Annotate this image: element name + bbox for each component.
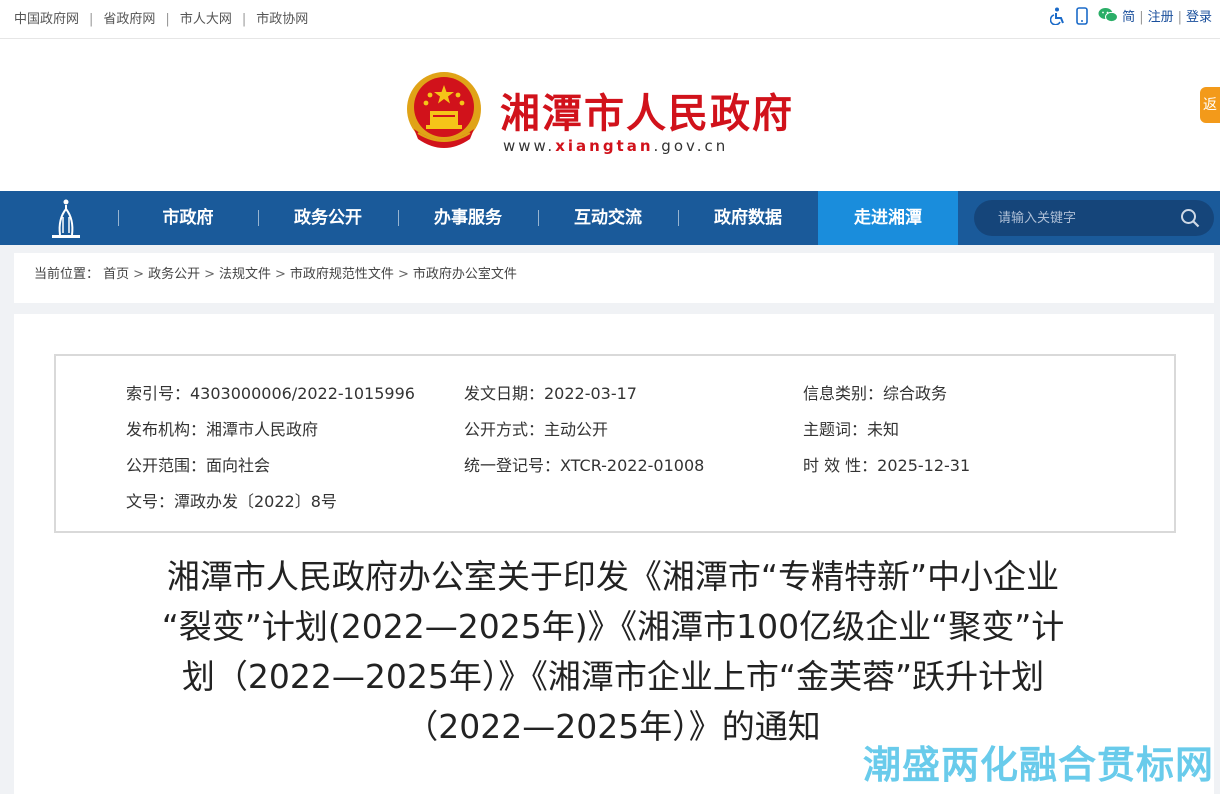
link-city-npc[interactable]: 市人大网: [180, 12, 232, 27]
search-input[interactable]: [996, 209, 1170, 227]
separator: |: [1177, 10, 1182, 25]
breadcrumb-office-docs[interactable]: 市政府办公室文件: [413, 267, 517, 282]
meta-disclosure-mode: 公开方式：主动公开: [464, 420, 609, 439]
breadcrumb-separator: >: [133, 267, 145, 282]
simplified-chinese-link[interactable]: 简: [1122, 10, 1135, 25]
nav-items: 市政府 政务公开 办事服务 互动交流 政府数据 走进湘潭: [118, 191, 958, 245]
link-city-cppcc[interactable]: 市政协网: [256, 12, 308, 27]
breadcrumb-home[interactable]: 首页: [103, 267, 129, 282]
nav-item-city-gov[interactable]: 市政府: [118, 191, 258, 245]
nav-item-about-xiangtan[interactable]: 走进湘潭: [818, 191, 958, 245]
meta-info-category: 信息类别：综合政务: [803, 384, 948, 403]
wechat-icon[interactable]: [1098, 7, 1119, 25]
meta-doc-no: 文号：潭政办发〔2022〕8号: [126, 492, 337, 511]
breadcrumb-separator: >: [204, 267, 215, 282]
separator: |: [165, 12, 170, 27]
site-url: www.xiangtan.gov.cn: [503, 137, 728, 155]
register-link[interactable]: 注册: [1148, 10, 1174, 25]
meta-keywords: 主题词：未知: [803, 420, 900, 439]
document-title-line: 划（2022—2025年）》《湘潭市企业上市“金芙蓉”跃升计划: [181, 657, 1045, 696]
breadcrumb-label: 当前位置：: [34, 267, 100, 282]
breadcrumb-normative-docs[interactable]: 市政府规范性文件: [290, 267, 394, 282]
breadcrumb-gov-affairs[interactable]: 政务公开: [148, 267, 200, 282]
nav-item-services[interactable]: 办事服务: [398, 191, 538, 245]
search-icon[interactable]: [1180, 208, 1200, 228]
document-meta-table: 索引号：4303000006/2022-1015996 发文日期：2022-03…: [54, 354, 1176, 533]
main-nav: 市政府 政务公开 办事服务 互动交流 政府数据 走进湘潭: [0, 191, 1220, 245]
top-bar: 中国政府网 | 省政府网 | 市人大网 | 市政协网 简 | 注册 | 登录: [0, 0, 1220, 39]
separator: |: [89, 12, 94, 27]
national-emblem-icon: [407, 72, 481, 148]
breadcrumb-regulations[interactable]: 法规文件: [219, 267, 271, 282]
nav-item-interaction[interactable]: 互动交流: [538, 191, 678, 245]
document-title-line: 湘潭市人民政府办公室关于印发《湘潭市“专精特新”中小企业: [166, 557, 1060, 596]
link-provincial-gov[interactable]: 省政府网: [103, 12, 155, 27]
city-landmark-icon[interactable]: [48, 195, 84, 241]
url-suffix: .gov.cn: [653, 137, 729, 155]
wheelchair-icon[interactable]: [1049, 7, 1066, 26]
breadcrumb: 当前位置： 首页 > 政务公开 > 法规文件 > 市政府规范性文件 > 市政府办公室文件: [14, 253, 1214, 303]
breadcrumb-separator: >: [275, 267, 286, 282]
meta-publisher: 发布机构：湘潭市人民政府: [126, 420, 319, 439]
nav-item-gov-affairs[interactable]: 政务公开: [258, 191, 398, 245]
document-title-line: “裂变”计划(2022—2025年)》《湘潭市100亿级企业“聚变”计: [161, 607, 1065, 646]
login-link[interactable]: 登录: [1186, 10, 1212, 25]
document-title: 湘潭市人民政府办公室关于印发《湘潭市“专精特新”中小企业 “裂变”计划(2022…: [54, 552, 1172, 752]
side-return-tab[interactable]: 返: [1200, 87, 1220, 123]
site-header: 湘潭市人民政府 www.xiangtan.gov.cn 返: [0, 39, 1220, 191]
top-links: 中国政府网 | 省政府网 | 市人大网 | 市政协网: [14, 8, 308, 27]
top-right-tools: 简 | 注册 | 登录: [1049, 6, 1212, 26]
meta-index-no: 索引号：4303000006/2022-1015996: [126, 384, 415, 403]
url-highlight: xiangtan: [555, 137, 654, 155]
separator: |: [241, 12, 247, 27]
account-links: 简 | 注册 | 登录: [1122, 6, 1212, 25]
search-box: [974, 200, 1214, 236]
url-prefix: www.: [503, 137, 556, 155]
meta-validity: 时 效 性：2025-12-31: [803, 456, 971, 475]
watermark: 潮盛两化融合贯标网: [862, 743, 1214, 787]
content-card: 索引号：4303000006/2022-1015996 发文日期：2022-03…: [14, 314, 1214, 794]
link-central-gov[interactable]: 中国政府网: [14, 12, 79, 27]
meta-issue-date: 发文日期：2022-03-17: [464, 384, 637, 403]
meta-disclosure-scope: 公开范围：面向社会: [126, 456, 271, 475]
site-title: 湘潭市人民政府: [500, 90, 794, 137]
nav-item-gov-data[interactable]: 政府数据: [678, 191, 818, 245]
meta-registration-no: 统一登记号：XTCR-2022-01008: [464, 456, 705, 475]
mobile-phone-icon[interactable]: [1074, 6, 1090, 25]
separator: |: [1139, 10, 1144, 25]
breadcrumb-separator: >: [397, 267, 409, 282]
